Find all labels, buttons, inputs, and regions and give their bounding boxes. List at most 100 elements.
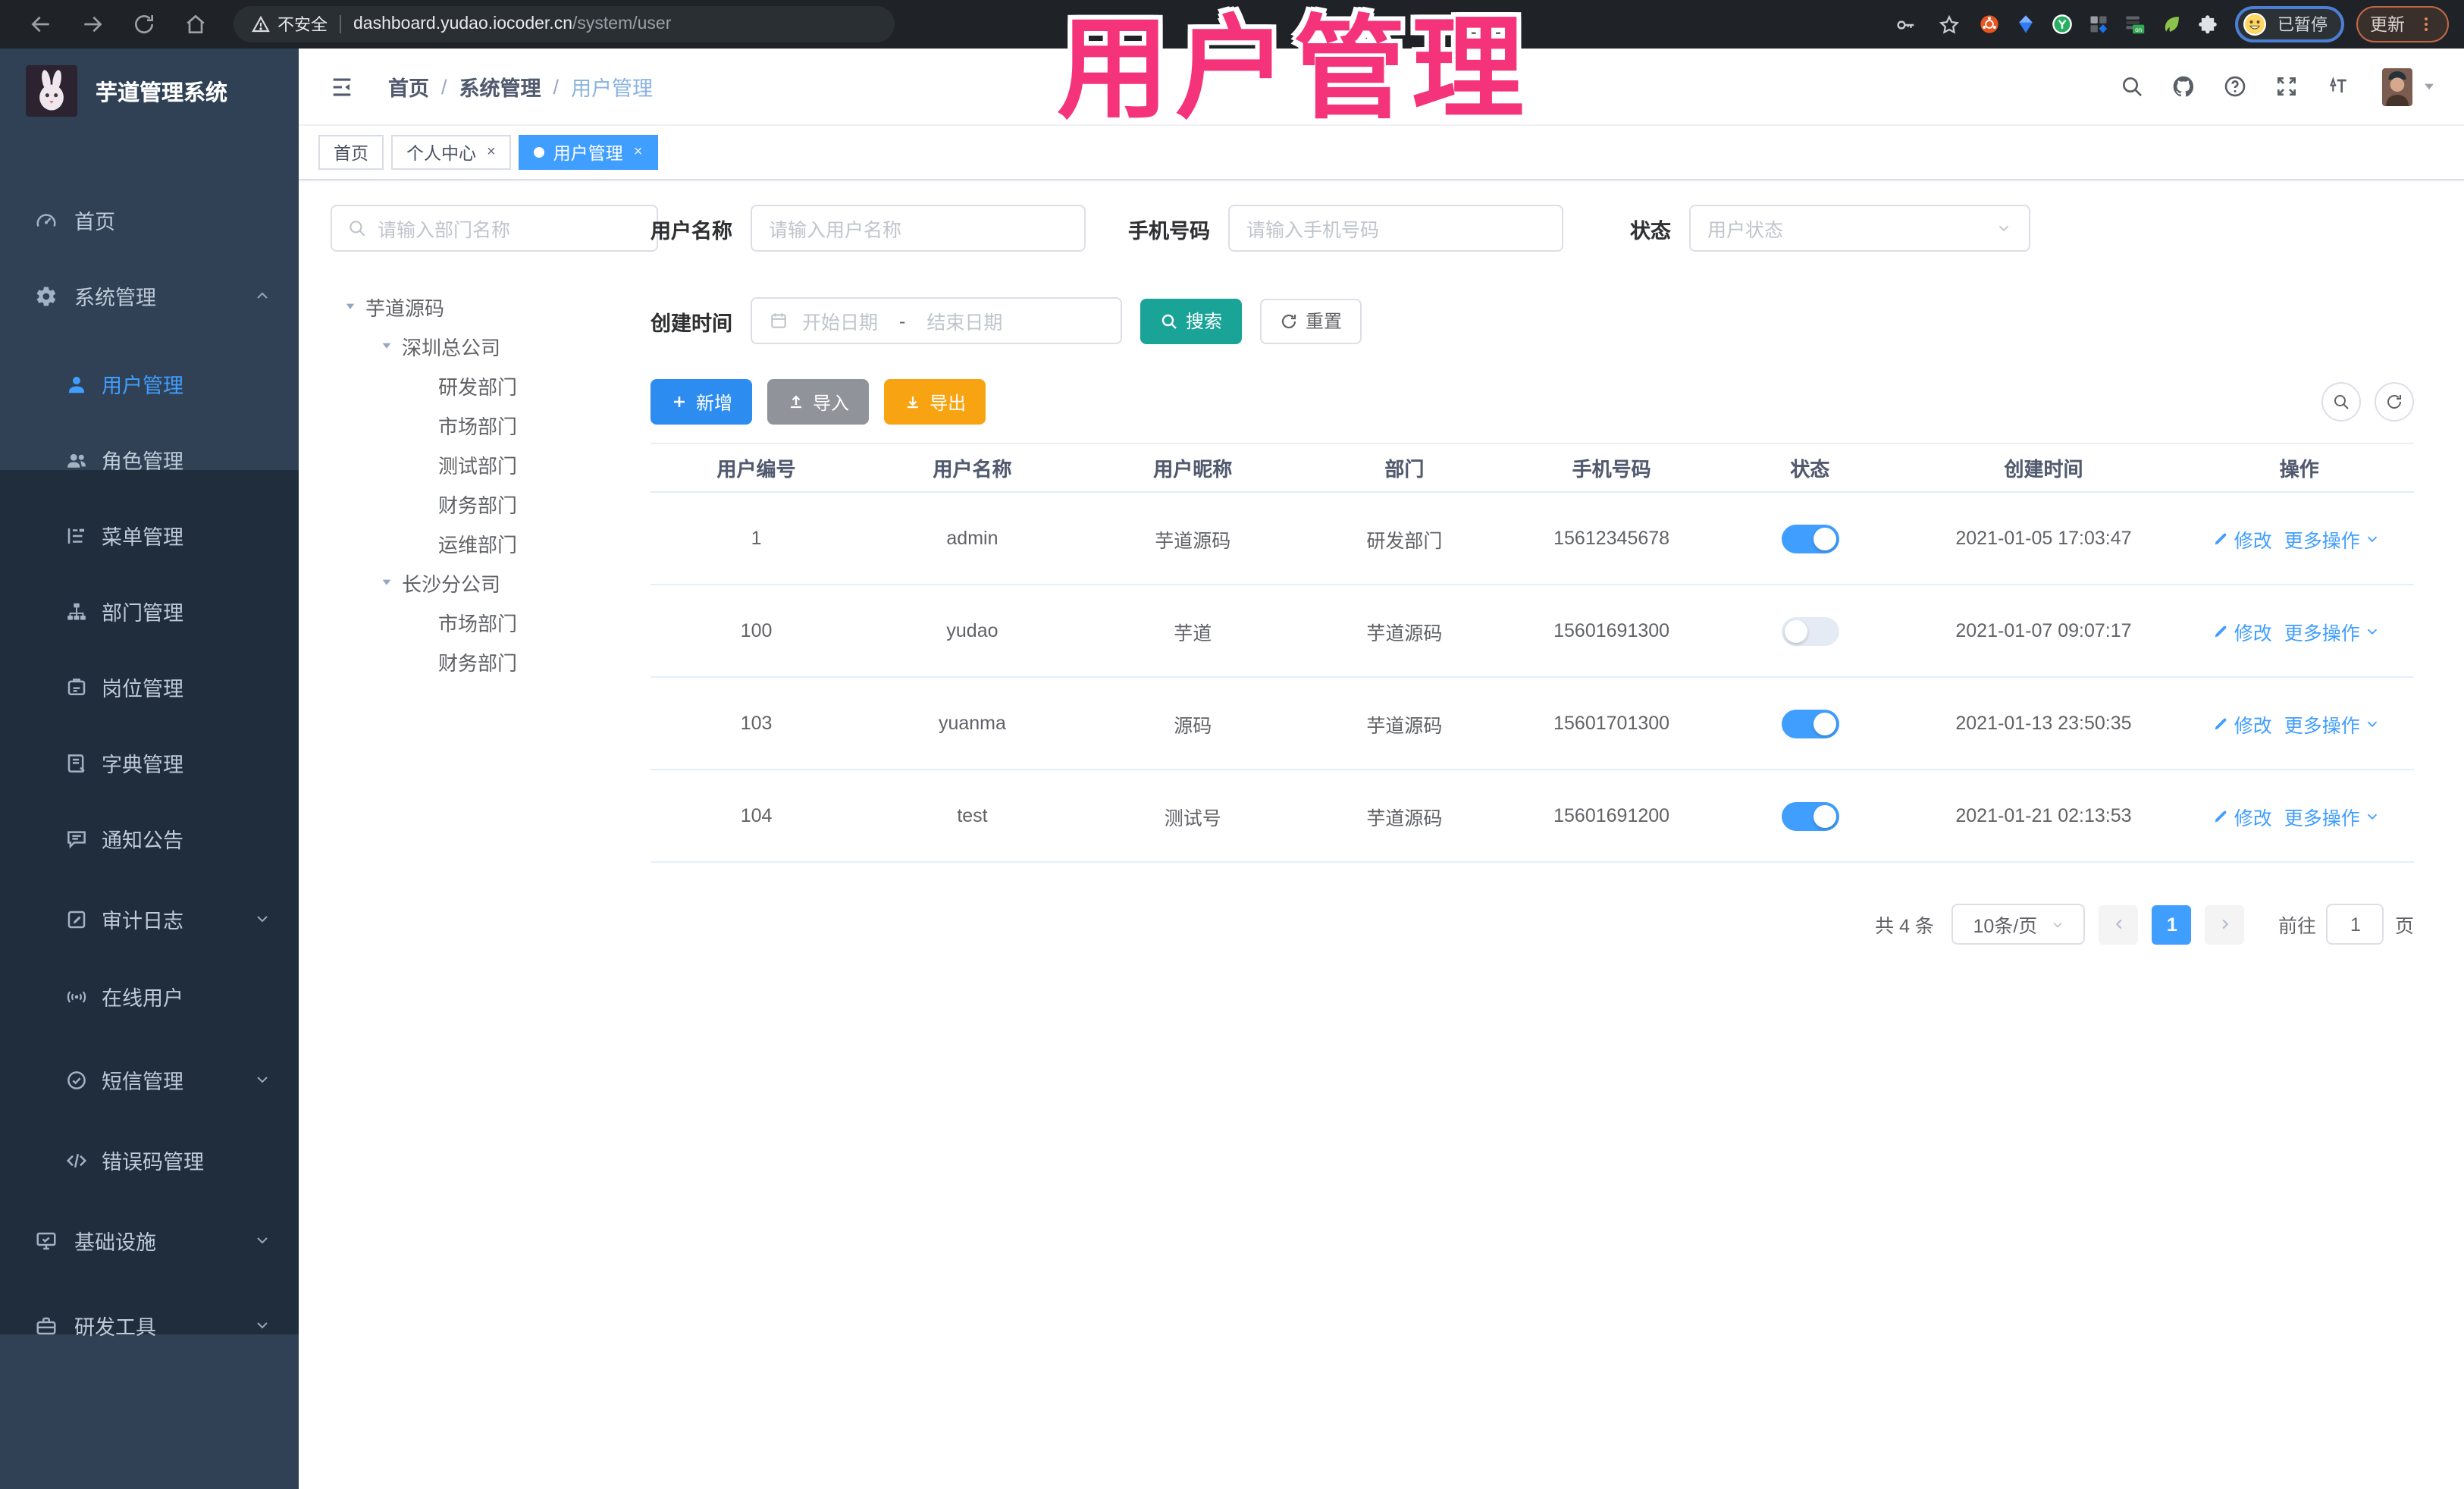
sidebar-item-infra[interactable]: 基础设施 bbox=[0, 1202, 299, 1278]
more-actions-link[interactable]: 更多操作 bbox=[2284, 801, 2386, 830]
leaf-extension-icon[interactable] bbox=[2161, 14, 2182, 35]
mobile-input[interactable]: 请输入手机号码 bbox=[1228, 205, 1563, 252]
status-toggle[interactable] bbox=[1781, 801, 1839, 830]
breadcrumb-home[interactable]: 首页 bbox=[388, 71, 429, 102]
help-icon[interactable] bbox=[2223, 74, 2247, 99]
refresh-table-button[interactable] bbox=[2375, 382, 2414, 422]
url-path[interactable]: /system/user bbox=[572, 15, 671, 33]
key-icon[interactable] bbox=[1894, 13, 1917, 36]
status-toggle[interactable] bbox=[1781, 709, 1839, 738]
more-actions-link[interactable]: 更多操作 bbox=[2284, 709, 2386, 738]
sidebar-item-online[interactable]: 在线用户 bbox=[0, 958, 299, 1034]
sidebar-item-devtool[interactable]: 研发工具 bbox=[0, 1287, 299, 1363]
sidebar-item-user[interactable]: 用户管理 bbox=[0, 346, 299, 422]
tree-node[interactable]: 测试部门 bbox=[331, 444, 658, 484]
export-button[interactable]: 导出 bbox=[884, 379, 986, 425]
sidebar-item-post[interactable]: 岗位管理 bbox=[0, 649, 299, 725]
sidebar-item-audit[interactable]: 审计日志 bbox=[0, 881, 299, 957]
sidebar-item-label: 错误码管理 bbox=[102, 1151, 204, 1174]
search-icon[interactable] bbox=[2120, 74, 2144, 99]
tree-node[interactable]: 芋道源码 bbox=[331, 287, 658, 326]
page-number-1[interactable]: 1 bbox=[2152, 904, 2192, 944]
tab-profile[interactable]: 个人中心 × bbox=[391, 135, 511, 170]
sidebar-item-role[interactable]: 角色管理 bbox=[0, 422, 299, 497]
reload-icon[interactable] bbox=[132, 12, 156, 36]
fullscreen-icon[interactable] bbox=[2274, 74, 2299, 99]
chevron-down-icon bbox=[253, 1071, 271, 1089]
department-search-input[interactable]: 请输入部门名称 bbox=[331, 205, 658, 252]
tree-node-label: 测试部门 bbox=[438, 454, 518, 477]
status-toggle[interactable] bbox=[1781, 616, 1839, 645]
puzzle-extension-icon[interactable] bbox=[2197, 14, 2218, 35]
sidebar-item-notice[interactable]: 通知公告 bbox=[0, 801, 299, 876]
address-bar[interactable]: 不安全 dashboard.yudao.iocoder.cn /system/u… bbox=[234, 6, 895, 42]
ubuntu-extension-icon[interactable] bbox=[1979, 14, 2000, 35]
browser-profile-chip[interactable]: 已暂停 bbox=[2235, 6, 2344, 42]
tree-node[interactable]: 市场部门 bbox=[331, 405, 658, 444]
sidebar-item-errcode[interactable]: 错误码管理 bbox=[0, 1122, 299, 1198]
status-toggle[interactable] bbox=[1781, 524, 1839, 553]
tree-node[interactable]: 深圳总公司 bbox=[331, 326, 658, 365]
github-icon[interactable] bbox=[2171, 74, 2196, 99]
user-avatar[interactable] bbox=[2382, 67, 2412, 105]
tree-node[interactable]: 运维部门 bbox=[331, 523, 658, 563]
security-label[interactable]: 不安全 bbox=[277, 12, 328, 36]
edit-link[interactable]: 修改 bbox=[2213, 801, 2272, 830]
edit-link[interactable]: 修改 bbox=[2213, 709, 2272, 738]
cell-nickname: 芋道源码 bbox=[1155, 530, 1231, 551]
breadcrumb-system[interactable]: 系统管理 bbox=[459, 71, 541, 102]
tree-node[interactable]: 研发部门 bbox=[331, 365, 658, 405]
refresh-icon bbox=[2385, 393, 2403, 411]
more-actions-link[interactable]: 更多操作 bbox=[2284, 616, 2386, 645]
grid-extension-icon[interactable] bbox=[2088, 14, 2109, 35]
goto-page-input[interactable]: 1 bbox=[2326, 904, 2384, 945]
switch-on-extension-icon[interactable]: on bbox=[2124, 14, 2146, 35]
add-button[interactable]: 新增 bbox=[650, 379, 753, 425]
chevron-down-icon bbox=[2365, 715, 2381, 732]
search-button[interactable]: 搜索 bbox=[1140, 298, 1243, 343]
tree-expand-icon[interactable] bbox=[379, 575, 394, 590]
url-host[interactable]: dashboard.yudao.iocoder.cn bbox=[353, 15, 572, 33]
tree-node[interactable]: 财务部门 bbox=[331, 484, 658, 523]
username-input[interactable]: 请输入用户名称 bbox=[751, 205, 1086, 252]
sidebar-item-system[interactable]: 系统管理 bbox=[0, 258, 299, 334]
more-actions-link[interactable]: 更多操作 bbox=[2284, 524, 2386, 553]
tree-expand-icon[interactable] bbox=[379, 338, 394, 353]
import-button[interactable]: 导入 bbox=[767, 379, 870, 425]
page-size-select[interactable]: 10条/页 bbox=[1951, 904, 2086, 945]
chevron-down-icon bbox=[2365, 622, 2381, 639]
collapse-menu-icon[interactable] bbox=[329, 74, 355, 99]
bookmark-star-icon[interactable] bbox=[1938, 13, 1961, 36]
reset-button[interactable]: 重置 bbox=[1260, 298, 1362, 343]
next-page-button[interactable] bbox=[2205, 904, 2245, 944]
gem-extension-icon[interactable] bbox=[2015, 14, 2036, 35]
kebab-menu-icon[interactable] bbox=[2417, 15, 2435, 33]
tree-node[interactable]: 长沙分公司 bbox=[331, 563, 658, 602]
tab-user[interactable]: 用户管理 × bbox=[518, 135, 658, 170]
status-select[interactable]: 用户状态 bbox=[1689, 205, 2030, 252]
close-icon[interactable]: × bbox=[487, 144, 496, 161]
sidebar-item-dict[interactable]: 字典管理 bbox=[0, 725, 299, 801]
tab-home[interactable]: 首页 bbox=[318, 135, 384, 170]
forward-icon[interactable] bbox=[80, 12, 105, 36]
prev-page-button[interactable] bbox=[2099, 904, 2139, 944]
tree-node[interactable]: 市场部门 bbox=[331, 602, 658, 641]
sidebar-item-home[interactable]: 首页 bbox=[0, 182, 299, 258]
browser-update-button[interactable]: 更新 bbox=[2356, 6, 2449, 42]
date-range-input[interactable]: 开始日期 - 结束日期 bbox=[751, 297, 1122, 344]
close-icon[interactable]: × bbox=[634, 144, 643, 161]
font-size-icon[interactable] bbox=[2326, 74, 2350, 99]
tree-expand-icon[interactable] bbox=[343, 299, 358, 314]
back-icon[interactable] bbox=[29, 12, 53, 36]
sidebar-item-menu[interactable]: 菜单管理 bbox=[0, 497, 299, 573]
tree-node[interactable]: 财务部门 bbox=[331, 641, 658, 681]
app-logo[interactable]: 芋道管理系统 bbox=[0, 49, 299, 133]
caret-down-icon[interactable] bbox=[2422, 79, 2437, 94]
edit-link[interactable]: 修改 bbox=[2213, 616, 2272, 645]
edit-link[interactable]: 修改 bbox=[2213, 524, 2272, 553]
toggle-search-button[interactable] bbox=[2321, 382, 2361, 422]
home-icon[interactable] bbox=[183, 12, 208, 36]
sidebar-item-sms[interactable]: 短信管理 bbox=[0, 1042, 299, 1118]
green-y-extension-icon[interactable] bbox=[2052, 14, 2073, 35]
sidebar-item-dept[interactable]: 部门管理 bbox=[0, 573, 299, 649]
